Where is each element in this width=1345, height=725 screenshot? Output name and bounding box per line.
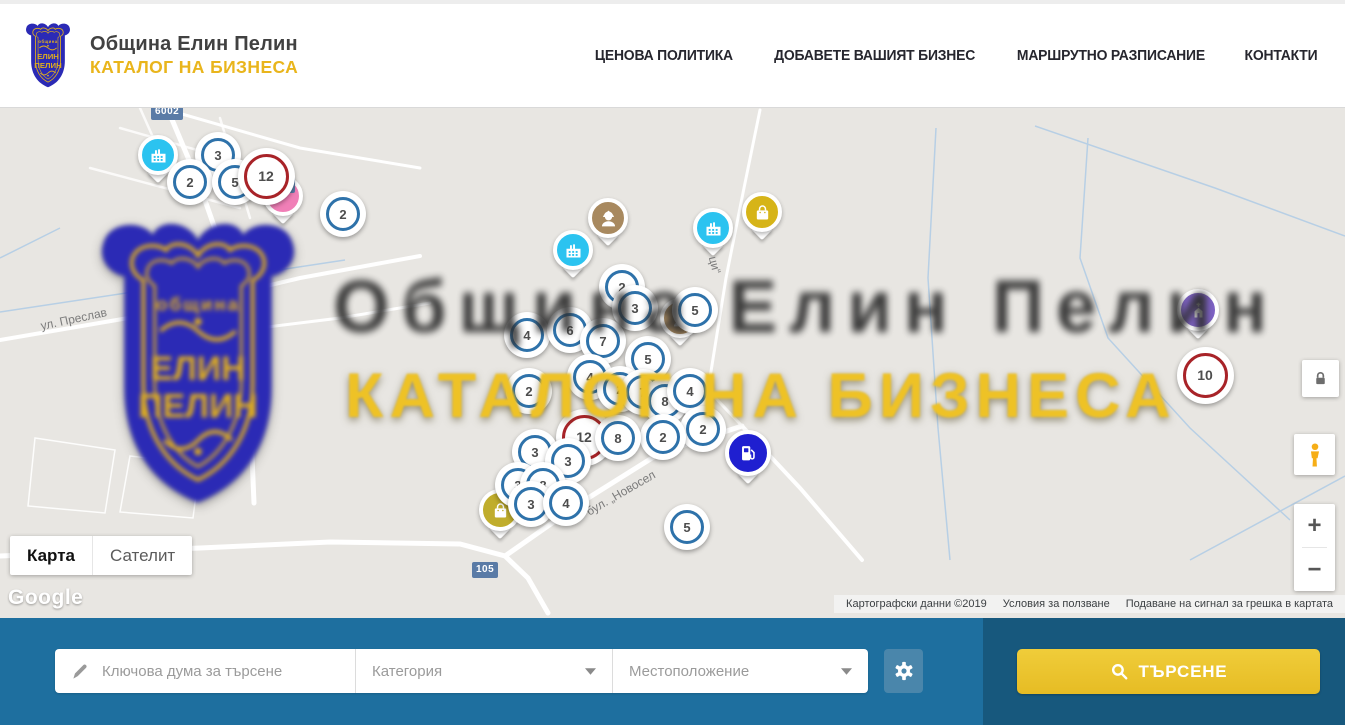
cluster-count: 8 (601, 421, 635, 455)
cluster-marker[interactable]: 10 (1177, 347, 1234, 404)
lock-icon (1312, 370, 1329, 387)
gear-icon (893, 660, 915, 682)
nav-item[interactable]: ЦЕНОВА ПОЛИТИКА (595, 48, 733, 64)
pin-marker[interactable] (725, 430, 771, 476)
zoom-in-button[interactable]: + (1294, 504, 1335, 547)
brand-title: Община Елин Пелин (90, 33, 298, 57)
cluster-marker[interactable]: 2 (680, 406, 726, 452)
search-button-label: ТЪРСЕНЕ (1139, 662, 1228, 682)
lock-button[interactable] (1302, 360, 1339, 397)
cluster-marker[interactable]: 4 (504, 312, 550, 358)
keyword-search-input[interactable] (102, 663, 342, 680)
nav-item[interactable]: КОНТАКТИ (1245, 48, 1318, 64)
map-attribution: Картографски данни ©2019 Условия за полз… (834, 595, 1345, 613)
attribution-data: Картографски данни ©2019 (838, 598, 995, 610)
pencil-icon (71, 662, 90, 681)
keyword-section (55, 649, 356, 693)
search-input-group: Категория Местоположение (55, 649, 868, 693)
cluster-count: 2 (686, 412, 720, 446)
road-number-badge: 105 (472, 562, 498, 578)
zoom-out-button[interactable]: − (1294, 548, 1335, 591)
main-nav: ЦЕНОВА ПОЛИТИКА ДОБАВЕТЕ ВАШИЯТ БИЗНЕС МАР… (592, 48, 1319, 64)
pin-marker[interactable] (693, 208, 733, 248)
location-dropdown[interactable]: Местоположение (612, 649, 868, 693)
cluster-count: 2 (326, 197, 360, 231)
cluster-count: 3 (618, 291, 652, 325)
crest-line1: ЕЛИН (37, 52, 59, 61)
factory-icon (553, 230, 593, 270)
cluster-marker[interactable]: 8 (595, 415, 641, 461)
worker-icon (588, 198, 628, 238)
cluster-count: 7 (586, 324, 620, 358)
cluster-marker[interactable]: 2 (640, 414, 686, 460)
chevron-down-icon (585, 668, 596, 675)
cluster-count: 2 (512, 374, 546, 408)
cluster-marker[interactable]: 2 (320, 191, 366, 237)
google-logo[interactable]: Google (8, 586, 83, 610)
cluster-count: 2 (646, 420, 680, 454)
attribution-report-link[interactable]: Подаване на сигнал за грешка в картата (1118, 598, 1341, 610)
cluster-count: 10 (1183, 353, 1228, 398)
cluster-marker[interactable]: 5 (664, 504, 710, 550)
cluster-count: 5 (678, 293, 712, 327)
header: община ЕЛИН ПЕЛИН Община Елин Пелин КАТА… (0, 0, 1345, 108)
cluster-marker[interactable]: 5 (672, 287, 718, 333)
advanced-settings-button[interactable] (884, 649, 923, 693)
cluster-count: 2 (173, 165, 207, 199)
nav-item[interactable]: МАРШРУТНО РАЗПИСАНИЕ (1017, 48, 1205, 64)
factory-icon (693, 208, 733, 248)
road-number-badge: 6002 (151, 108, 183, 120)
map-type-map-button[interactable]: Карта (10, 536, 92, 575)
cluster-marker[interactable]: 4 (543, 480, 589, 526)
map-type-control: Карта Сателит (10, 536, 192, 575)
cluster-count: 12 (244, 154, 289, 199)
church-icon (1177, 289, 1219, 331)
cluster-marker[interactable]: 12 (238, 148, 295, 205)
cluster-marker[interactable]: 2 (167, 159, 213, 205)
map-canvas[interactable]: 3251222354675242784221283338345106002105… (0, 108, 1345, 618)
municipality-crest-logo: община ЕЛИН ПЕЛИН (22, 22, 74, 89)
cluster-count: 4 (510, 318, 544, 352)
pegman-icon (1304, 442, 1326, 468)
cluster-count: 4 (673, 374, 707, 408)
search-bar: Категория Местоположение (0, 618, 1345, 725)
chevron-down-icon (841, 668, 852, 675)
category-dropdown[interactable]: Категория (356, 649, 612, 693)
zoom-control: + − (1294, 504, 1335, 591)
street-view-pegman-button[interactable] (1294, 434, 1335, 475)
location-dropdown-value: Местоположение (629, 663, 749, 680)
category-dropdown-value: Категория (372, 663, 442, 680)
brand[interactable]: община ЕЛИН ПЕЛИН Община Елин Пелин КАТА… (22, 22, 298, 89)
pin-marker[interactable] (588, 198, 628, 238)
cluster-count: 5 (670, 510, 704, 544)
bag-icon (742, 192, 782, 232)
crest-line2: ПЕЛИН (34, 61, 62, 70)
search-button[interactable]: ТЪРСЕНЕ (1017, 649, 1320, 694)
cluster-count: 4 (549, 486, 583, 520)
cluster-marker[interactable]: 2 (506, 368, 552, 414)
pin-marker[interactable] (1177, 289, 1219, 331)
crest-top-text: община (38, 39, 57, 44)
pin-marker[interactable] (553, 230, 593, 270)
page: община ЕЛИН ПЕЛИН Община Елин Пелин КАТА… (0, 0, 1345, 725)
brand-text: Община Елин Пелин КАТАЛОГ НА БИЗНЕСА (90, 33, 298, 77)
brand-subtitle: КАТАЛОГ НА БИЗНЕСА (90, 57, 298, 78)
pin-marker[interactable] (742, 192, 782, 232)
attribution-terms-link[interactable]: Условия за ползване (995, 598, 1118, 610)
fuel-icon (725, 430, 771, 476)
map-type-satellite-button[interactable]: Сателит (92, 536, 192, 575)
nav-item[interactable]: ДОБАВЕТЕ ВАШИЯТ БИЗНЕС (774, 48, 975, 64)
search-icon (1110, 662, 1129, 681)
